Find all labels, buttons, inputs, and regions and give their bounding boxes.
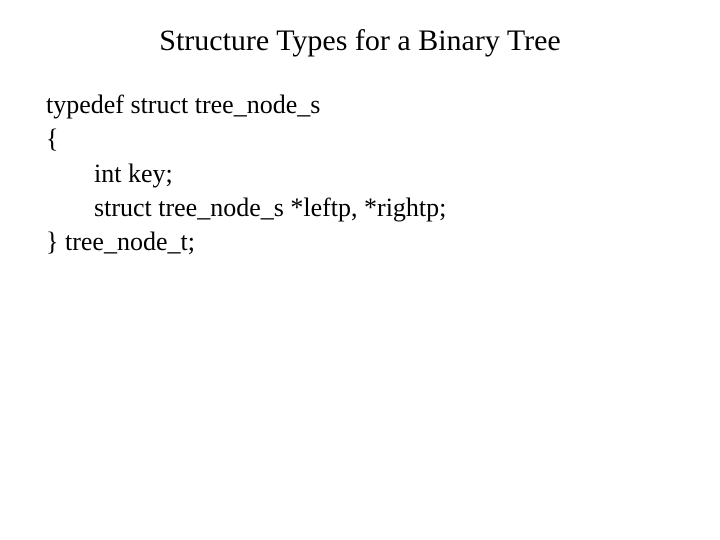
code-line-3: int key; [46, 157, 446, 191]
slide-title: Structure Types for a Binary Tree [0, 24, 720, 58]
code-line-1: typedef struct tree_node_s [46, 88, 446, 122]
code-line-4: struct tree_node_s *leftp, *rightp; [46, 191, 446, 225]
code-block: typedef struct tree_node_s { int key; st… [46, 88, 446, 260]
code-line-2: { [46, 122, 446, 156]
slide: Structure Types for a Binary Tree typede… [0, 0, 720, 540]
code-line-5: } tree_node_t; [46, 225, 446, 259]
